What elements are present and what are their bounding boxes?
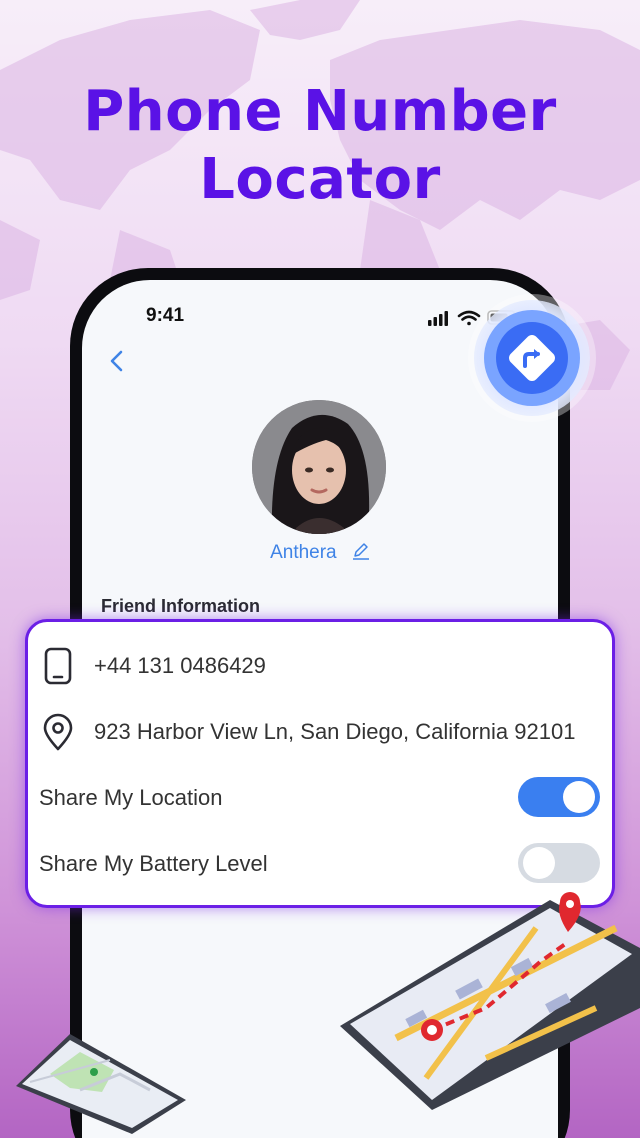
friend-info-card: +44 131 0486429 923 Harbor View Ln, San … xyxy=(25,619,615,908)
signal-icon xyxy=(428,311,448,326)
promo-headline: Phone Number Locator xyxy=(0,78,640,214)
avatar xyxy=(252,400,386,534)
small-map-phone-illustration xyxy=(16,1034,186,1134)
address-text[interactable]: 923 Harbor View Ln, San Diego, Californi… xyxy=(94,719,575,745)
profile-name: Anthera xyxy=(270,542,337,563)
share-battery-row: Share My Battery Level xyxy=(28,837,612,887)
directions-button[interactable] xyxy=(474,300,590,416)
section-label-friend-information: Friend Information xyxy=(101,596,260,616)
wifi-icon xyxy=(457,310,481,326)
route-map-phone-illustration xyxy=(340,892,640,1110)
toggle-knob xyxy=(563,781,595,813)
directions-button-core xyxy=(496,322,568,394)
status-time: 9:41 xyxy=(146,305,185,326)
phone-row: +44 131 0486429 xyxy=(28,639,612,689)
profile-name-row: Anthera xyxy=(82,542,558,564)
share-location-label: Share My Location xyxy=(39,785,223,810)
address-row: 923 Harbor View Ln, San Diego, Californi… xyxy=(28,705,612,755)
share-location-toggle[interactable] xyxy=(518,777,600,817)
share-battery-label: Share My Battery Level xyxy=(39,851,268,876)
directions-icon xyxy=(509,335,555,381)
chevron-left-icon[interactable] xyxy=(106,348,128,374)
avatar-portrait xyxy=(252,400,386,534)
share-location-row: Share My Location xyxy=(28,771,612,821)
location-pin-icon xyxy=(43,713,73,751)
phone-icon xyxy=(44,647,72,685)
toggle-knob xyxy=(523,847,555,879)
share-battery-toggle[interactable] xyxy=(518,843,600,883)
pencil-icon[interactable] xyxy=(352,542,370,560)
phone-number[interactable]: +44 131 0486429 xyxy=(94,653,266,679)
headline-line-1: Phone Number xyxy=(83,79,557,144)
headline-line-2: Locator xyxy=(199,147,441,212)
